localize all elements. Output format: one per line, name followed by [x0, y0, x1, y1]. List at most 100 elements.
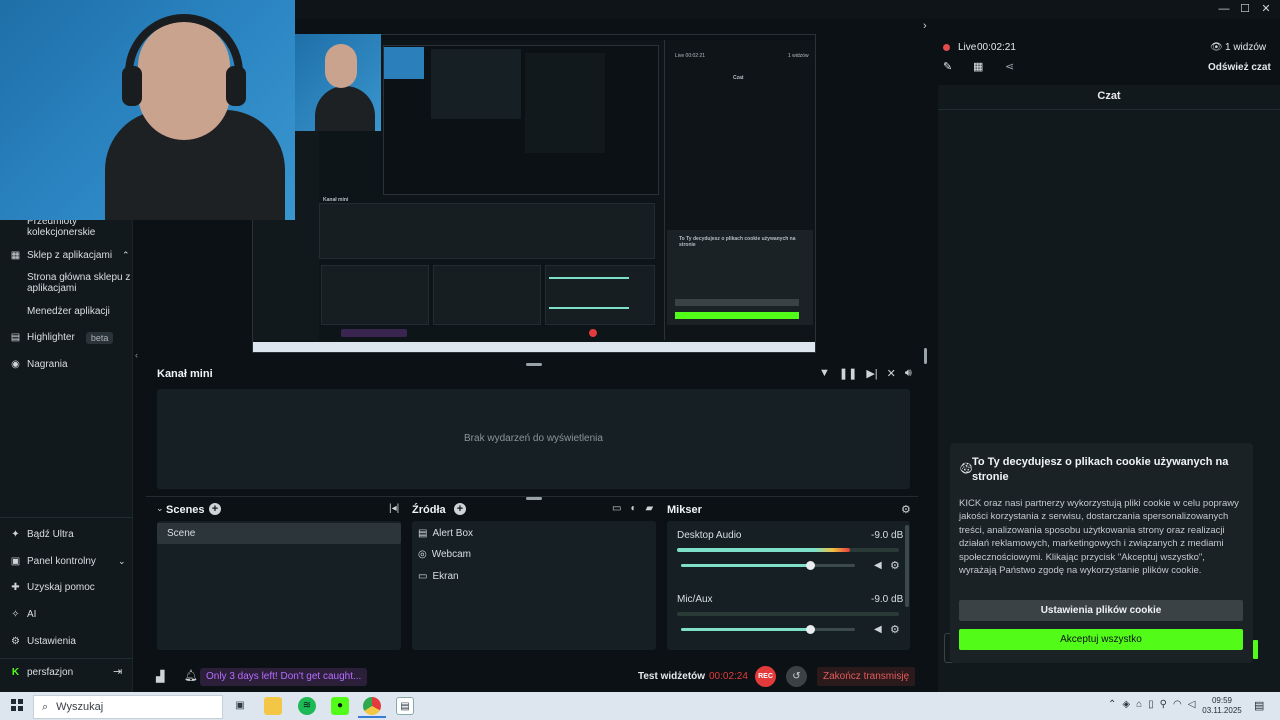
end-stream-button[interactable]: Zakończ transmisję: [817, 667, 916, 686]
notifications-icon[interactable]: ▤: [1254, 699, 1264, 712]
chevron-down-icon: ⌄: [117, 556, 126, 566]
sidebar-item-help[interactable]: ✚ Uzyskaj pomoc: [0, 582, 133, 593]
replay-buffer-icon[interactable]: ↺: [786, 666, 807, 687]
pages-icon[interactable]: ▦: [973, 60, 983, 73]
mute-alerts-icon[interactable]: ✕: [887, 367, 896, 380]
streamlabs-icon[interactable]: ●: [331, 697, 349, 715]
headphone-cup: [122, 66, 142, 106]
kanal-mini-title: Kanał mini: [157, 368, 213, 380]
user-name: persfazjon: [27, 667, 74, 678]
resize-handle[interactable]: [924, 348, 927, 364]
add-scene-icon[interactable]: +: [209, 503, 221, 515]
promo-banner[interactable]: Only 3 days left! Don't get caught...: [200, 668, 368, 686]
clock[interactable]: 09:59 03.11.2025: [1202, 696, 1242, 716]
refresh-chat-button[interactable]: Odśwież czat: [1208, 62, 1271, 73]
eye-icon: 👁︎: [1210, 42, 1223, 53]
ultra-icon: ✦: [11, 529, 20, 540]
live-dot-icon: [943, 44, 950, 51]
source-group-icon[interactable]: ◐: [630, 503, 636, 514]
skip-icon[interactable]: ▶|: [866, 367, 877, 380]
collapse-icon[interactable]: ⌄: [156, 503, 164, 514]
channel-name: Mic/Aux: [677, 594, 713, 605]
channel-name: Desktop Audio: [677, 530, 742, 541]
source-folder-icon[interactable]: ▰: [646, 503, 654, 514]
file-explorer-icon[interactable]: [264, 697, 282, 715]
speaker-icon[interactable]: ◀︎: [874, 624, 882, 635]
live-time: 00:02:21: [977, 42, 1016, 53]
expand-chat-icon[interactable]: ›: [923, 20, 927, 32]
sidebar-item-dashboard[interactable]: ▣ Panel kontrolny ⌄: [0, 556, 133, 567]
channel-db: -9.0 dB: [871, 530, 904, 541]
sidebar-item-settings[interactable]: ⚙ Ustawienia: [0, 636, 133, 647]
sidebar-item-label: Highlighter: [27, 332, 75, 343]
wifi-icon[interactable]: ◠: [1173, 699, 1182, 710]
notepad-icon[interactable]: ▤: [396, 697, 414, 715]
cookie-body: KICK oraz nasi partnerzy wykorzystują pl…: [959, 498, 1239, 577]
stats-icon[interactable]: ▟: [156, 670, 164, 683]
sidebar-item-recordings[interactable]: ◉ Nagrania: [0, 359, 133, 370]
volume-slider-knob[interactable]: [806, 561, 815, 570]
webcam-feed: [0, 0, 295, 220]
sidebar-item-app-store-home[interactable]: Strona główna sklepu z aplikacjami: [27, 272, 131, 294]
channel-settings-icon[interactable]: ⚙: [890, 623, 900, 636]
help-icon: ✚: [11, 582, 20, 593]
volume-icon[interactable]: 🔊︎: [905, 367, 912, 380]
chrome-icon[interactable]: [363, 697, 381, 715]
taskbar-search-text: Wyszukaj: [56, 701, 104, 713]
resize-handle[interactable]: [526, 363, 542, 366]
volume-icon[interactable]: ◁: [1188, 699, 1196, 710]
battery-icon[interactable]: ▯: [1148, 699, 1154, 710]
share-icon[interactable]: ⋖: [1005, 60, 1014, 73]
mixer-scrollbar[interactable]: [905, 525, 909, 607]
store-icon: ▦: [10, 250, 21, 261]
shield-icon[interactable]: ◈: [1122, 699, 1130, 710]
chat-send-button[interactable]: [1253, 640, 1258, 659]
sidebar-item-app-store[interactable]: ▦ Sklep z aplikacjami ⌃: [0, 250, 133, 261]
resize-handle[interactable]: [526, 497, 542, 500]
source-item[interactable]: ▤ Alert Box: [418, 528, 473, 539]
chevron-up-icon: ⌃: [122, 250, 130, 260]
volume-slider-knob[interactable]: [806, 625, 815, 634]
sidebar-item-app-manager[interactable]: Menedżer aplikacji: [27, 306, 131, 317]
speaker-icon[interactable]: ◀︎: [874, 560, 882, 571]
task-view-icon[interactable]: ▣: [231, 697, 249, 715]
viewer-count: 1 widzów: [1225, 42, 1267, 53]
bell-icon[interactable]: 🔔︎: [184, 669, 198, 682]
spotify-icon[interactable]: ≋: [298, 697, 316, 715]
mixer-settings-icon[interactable]: ⚙: [901, 503, 911, 516]
sources-title: Źródła: [412, 504, 446, 516]
stream-timer: 00:02:24: [709, 671, 748, 682]
add-source-icon[interactable]: +: [454, 503, 466, 515]
close-button[interactable]: ✕: [1257, 2, 1275, 16]
sidebar-item-highlighter[interactable]: ▤ Highlighter beta: [0, 332, 133, 344]
logout-icon[interactable]: ⇥: [113, 665, 122, 678]
live-label: Live: [958, 42, 977, 53]
record-button[interactable]: REC: [755, 666, 776, 687]
source-item[interactable]: ▭ Ekran: [418, 571, 459, 582]
monitor-icon: ▭: [418, 571, 428, 582]
accept-all-button[interactable]: Akceptuj wszystko: [959, 629, 1243, 650]
collapse-sidebar-icon[interactable]: ‹: [135, 350, 138, 360]
sidebar-item-ultra[interactable]: ✦ Bądź Ultra: [0, 529, 133, 540]
maximize-button[interactable]: ☐: [1236, 2, 1254, 16]
source-item[interactable]: ◎ Webcam: [418, 549, 471, 560]
test-widgets-button[interactable]: Test widżetów: [638, 671, 705, 682]
audio-meter-level: [677, 548, 850, 552]
source-settings-icon[interactable]: ▭: [612, 503, 621, 514]
taskbar-search[interactable]: ⌕ Wyszukaj: [33, 695, 223, 719]
sidebar-item-ai[interactable]: ✧ AI: [0, 609, 133, 620]
network-icon[interactable]: ⌂: [1136, 699, 1142, 710]
chevron-up-icon[interactable]: ⌃: [1108, 699, 1116, 710]
channel-settings-icon[interactable]: ⚙: [890, 559, 900, 572]
scene-transition-icon[interactable]: |◂|: [389, 503, 399, 514]
minimize-button[interactable]: —: [1215, 2, 1233, 16]
filter-icon[interactable]: ▼: [819, 367, 830, 380]
clock-time: 09:59: [1211, 696, 1233, 705]
beta-badge: beta: [85, 332, 114, 344]
cookie-settings-button[interactable]: Ustawienia plików cookie: [959, 600, 1243, 621]
windows-start-icon[interactable]: [11, 699, 23, 711]
pause-icon[interactable]: ❚❚: [839, 367, 857, 380]
audio-meter: [677, 612, 899, 616]
edit-icon[interactable]: ✎: [943, 60, 952, 73]
usb-icon[interactable]: ⚲: [1160, 699, 1167, 710]
